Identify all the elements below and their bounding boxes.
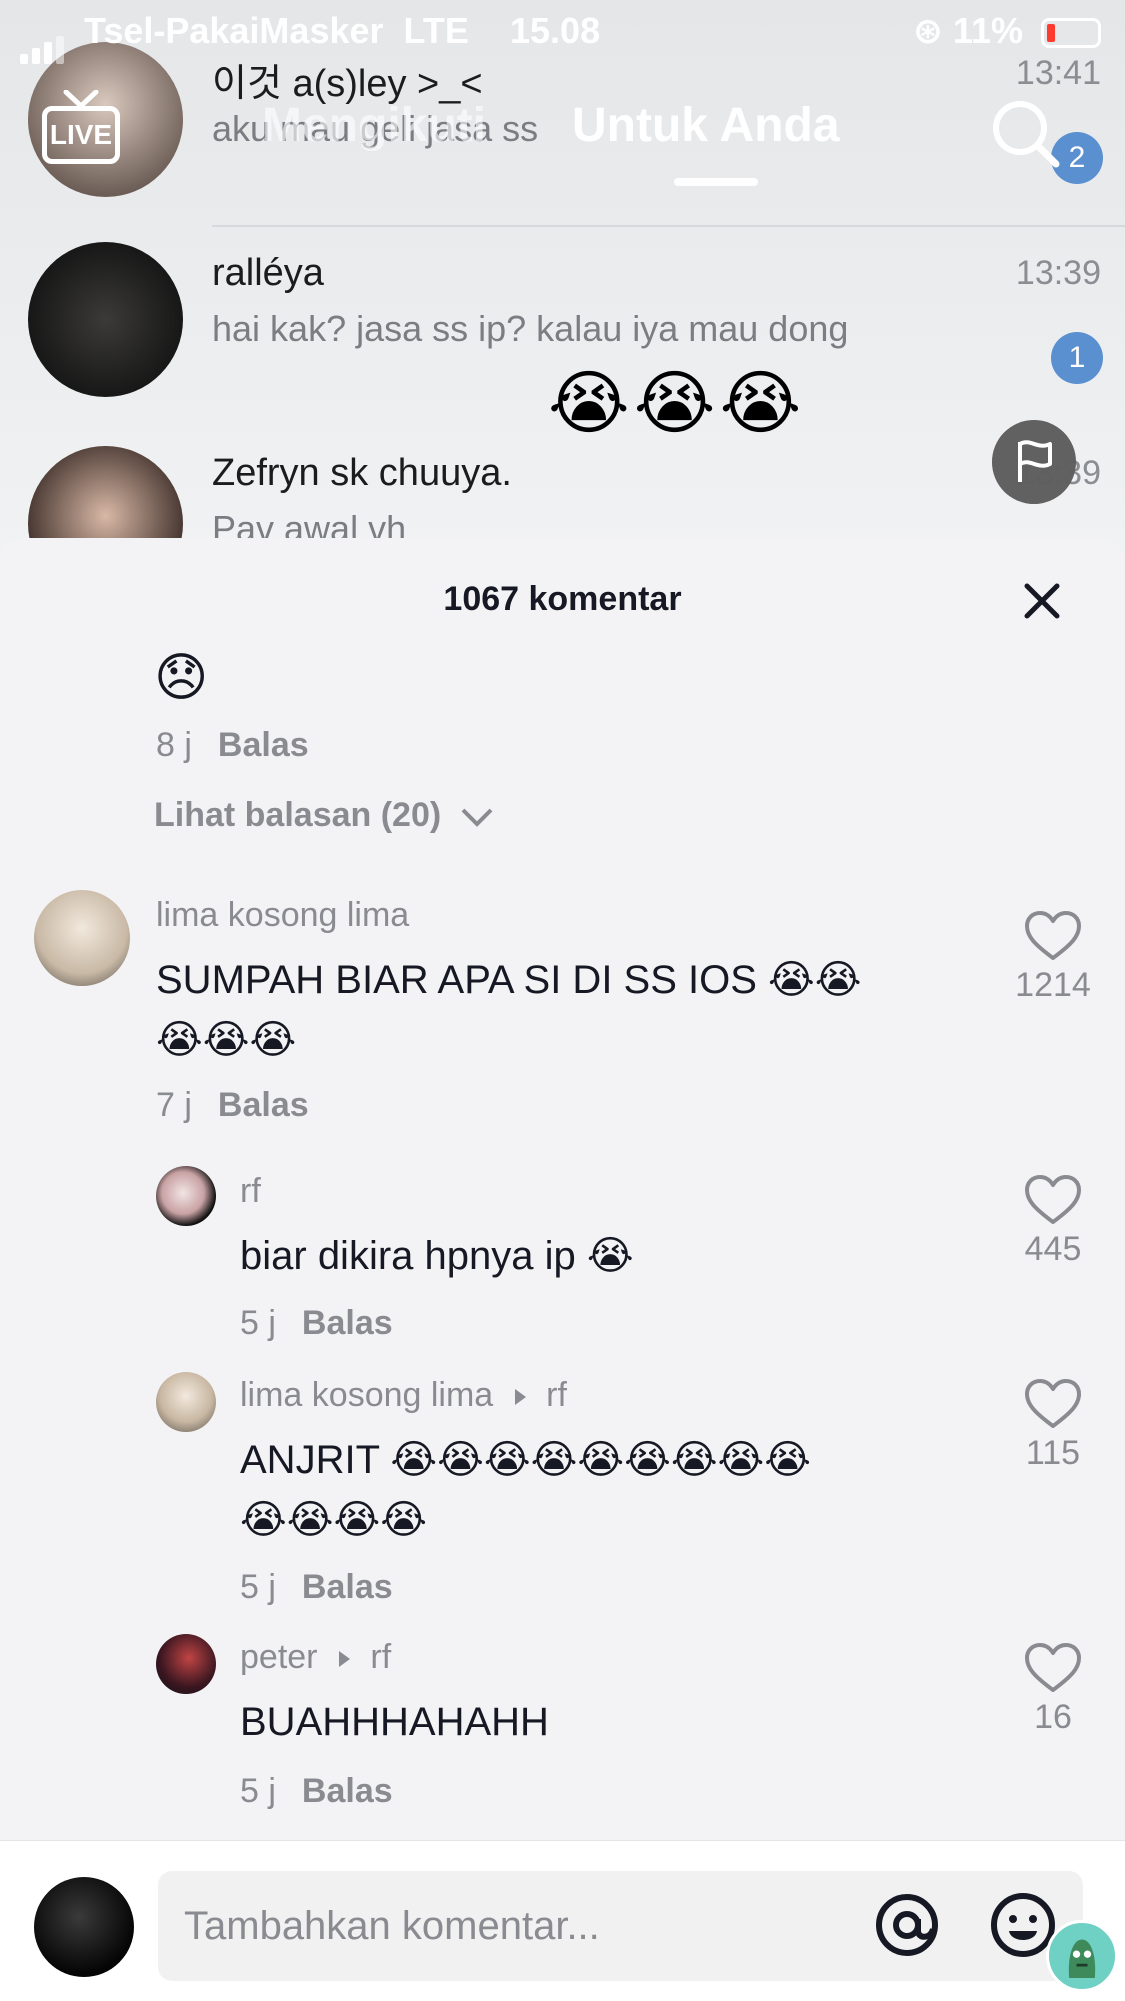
like-button[interactable]: 115: [998, 1378, 1108, 1473]
top-nav: LIVE Mengikuti Untuk Anda: [0, 90, 1125, 200]
comment-meta: 5 j Balas: [240, 1304, 393, 1343]
like-count: 1214: [1015, 966, 1091, 1004]
carrier-name: Tsel-PakaiMasker LTE: [84, 10, 469, 51]
comments-sheet: 1067 komentar 😞 8 j Balas Lihat balasan (…: [0, 538, 1125, 2001]
chat-name: Zefryn sk chuuya.: [212, 452, 512, 494]
avatar[interactable]: [156, 1166, 216, 1226]
like-button[interactable]: 1214: [998, 910, 1108, 1005]
reply-button[interactable]: Balas: [218, 1086, 309, 1124]
like-count: 115: [1025, 1434, 1081, 1472]
comment-meta: 5 j Balas: [240, 1568, 393, 1607]
my-avatar[interactable]: [34, 1877, 134, 1977]
status-bar: Tsel-PakaiMasker LTE 15.08 ⊛ 11%: [0, 0, 1125, 64]
view-replies-button[interactable]: Lihat balasan (20): [154, 796, 495, 835]
search-icon[interactable]: [990, 98, 1060, 168]
comment-age: 7 j: [156, 1086, 192, 1124]
comment-text: SUMPAH BIAR APA SI DI SS IOS 😭😭: [156, 958, 862, 1002]
like-button[interactable]: 16: [998, 1642, 1108, 1737]
reply-button[interactable]: Balas: [302, 1304, 393, 1342]
comment-text: biar dikira hpnya ip 😭: [240, 1234, 634, 1278]
comment-username[interactable]: rf: [240, 1172, 261, 1211]
comment-age: 5 j: [240, 1568, 276, 1606]
chat-name: ralléya: [212, 252, 324, 294]
reply-arrow-icon: [338, 1651, 350, 1668]
reply-button[interactable]: Balas: [302, 1772, 393, 1810]
sticker-icon[interactable]: [1046, 1920, 1118, 1992]
comment-composer: [0, 1840, 1125, 2001]
comment-text-cont: 😭😭😭😭: [240, 1498, 427, 1542]
battery-icon: [1041, 18, 1101, 49]
rotation-lock-icon: ⊛: [912, 10, 943, 51]
reply-button[interactable]: Balas: [218, 726, 309, 764]
comment-age: 5 j: [240, 1304, 276, 1342]
comment-input[interactable]: [184, 1897, 744, 1955]
signal-icon: [20, 22, 68, 64]
comment-text: ANJRIT 😭😭😭😭😭😭😭😭😭: [240, 1438, 812, 1482]
chat-avatar: [28, 242, 183, 397]
comment-meta: 7 j Balas: [156, 1086, 309, 1125]
like-button[interactable]: 445: [998, 1174, 1108, 1269]
tab-for-you[interactable]: Untuk Anda: [572, 98, 840, 153]
tab-following[interactable]: Mengikuti: [262, 98, 486, 153]
chat-time: 13:39: [1015, 254, 1101, 292]
heart-icon: [1025, 1643, 1081, 1692]
comment-age: 5 j: [240, 1772, 276, 1810]
close-icon[interactable]: [1017, 576, 1067, 626]
comment-username[interactable]: peter rf: [240, 1638, 391, 1677]
like-count: 16: [1034, 1698, 1072, 1736]
overlay-emojis: 😭😭😭: [548, 364, 806, 442]
clock: 15.08: [510, 10, 601, 51]
reply-button[interactable]: Balas: [302, 1568, 393, 1606]
active-tab-indicator: [674, 178, 758, 186]
comment-text: 😞: [154, 649, 209, 707]
live-button[interactable]: LIVE: [42, 90, 120, 170]
chevron-down-icon: [461, 808, 493, 827]
flag-icon[interactable]: [992, 420, 1076, 504]
reply-arrow-icon: [514, 1389, 526, 1406]
battery-status: ⊛ 11%: [913, 10, 1101, 52]
avatar[interactable]: [156, 1634, 216, 1694]
comment-meta: 5 j Balas: [240, 1772, 393, 1811]
unread-badge: 1: [1051, 332, 1103, 384]
heart-icon: [1025, 911, 1081, 960]
heart-icon: [1025, 1379, 1081, 1428]
avatar[interactable]: [34, 890, 130, 986]
sheet-header: 1067 komentar: [0, 538, 1125, 662]
comment-text-cont: 😭😭😭: [156, 1018, 297, 1062]
mention-icon[interactable]: [871, 1889, 943, 1961]
live-label: LIVE: [42, 106, 120, 164]
comment-meta: 8 j Balas: [156, 726, 309, 765]
comment-age: 8 j: [156, 726, 192, 764]
video-background[interactable]: 이것 a(s)ley >_< aku mau geli jasa ss 13:4…: [0, 0, 1125, 560]
comment-count-title: 1067 komentar: [443, 580, 682, 618]
like-count: 445: [1024, 1230, 1082, 1268]
heart-icon: [1025, 1175, 1081, 1224]
comment-username[interactable]: lima kosong lima rf: [240, 1376, 567, 1415]
chat-preview: hai kak? jasa ss ip? kalau iya mau dong: [212, 308, 849, 349]
comment-text: BUAHHHAHAHH: [240, 1700, 549, 1744]
comment-username[interactable]: lima kosong lima: [156, 896, 409, 935]
avatar[interactable]: [156, 1372, 216, 1432]
comment-input-box[interactable]: [158, 1871, 1083, 1981]
